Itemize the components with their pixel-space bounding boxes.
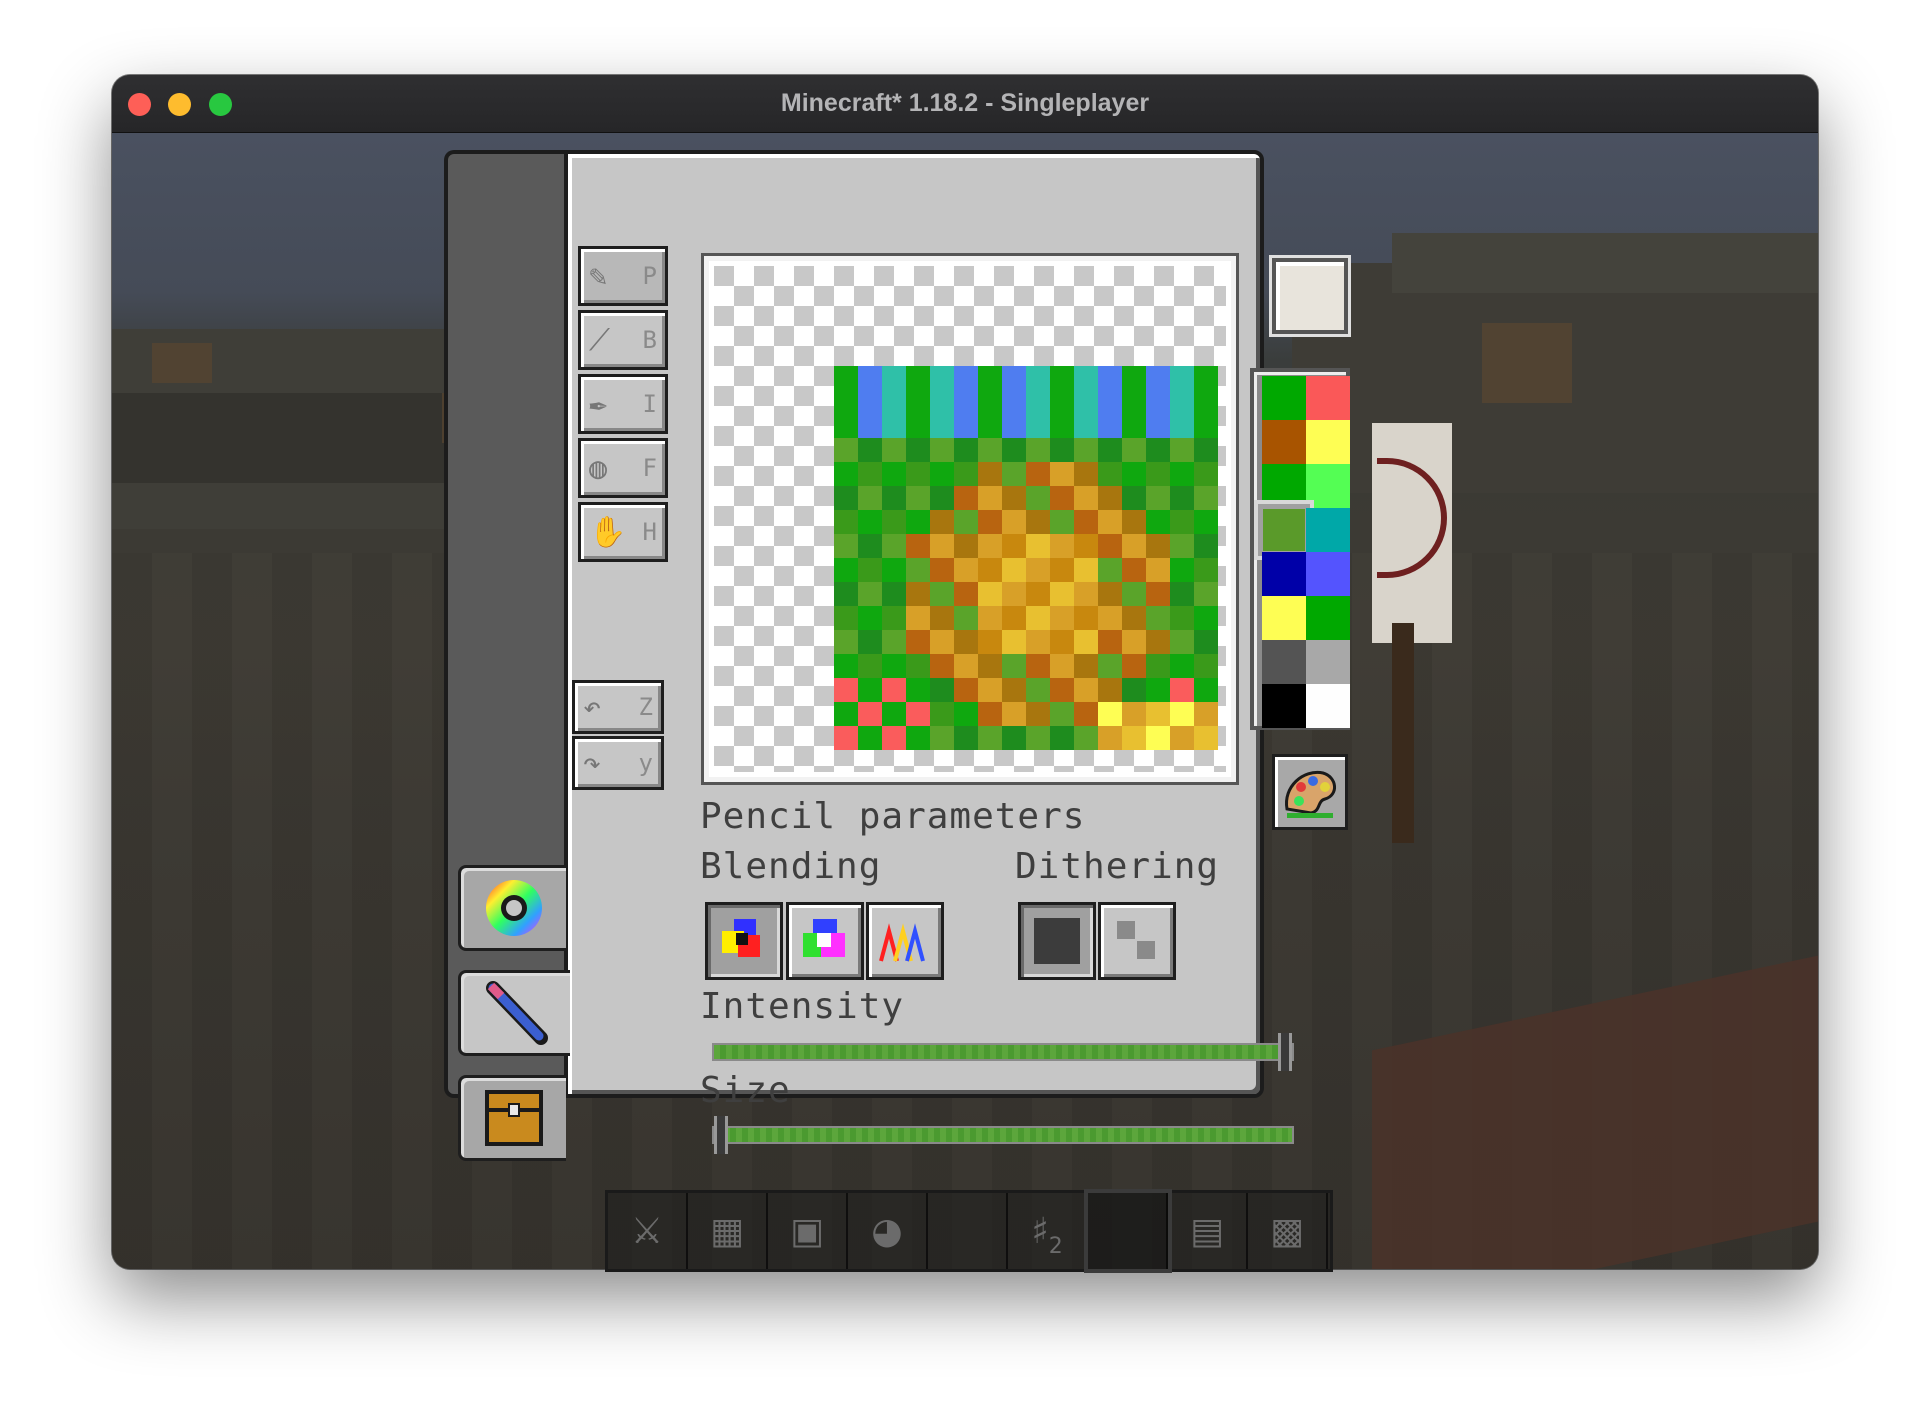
tab-color-wheel[interactable] — [458, 865, 566, 951]
hotbar-slot-palette[interactable]: ◕ — [848, 1193, 928, 1269]
brush-icon: ⟋ — [589, 322, 610, 358]
blending-label: Blending — [700, 846, 882, 887]
easel-item-icon: ♯ — [1031, 1210, 1049, 1252]
intensity-label: Intensity — [700, 986, 905, 1027]
chest-icon — [484, 1090, 543, 1146]
palette-swatch[interactable] — [1306, 596, 1350, 640]
checker-dither-icon — [1117, 921, 1155, 959]
palette-swatch[interactable] — [1262, 684, 1306, 728]
tool-button-hand[interactable]: ✋ H — [578, 502, 668, 562]
hotbar-slot-sword[interactable]: ⚔ — [608, 1193, 688, 1269]
redo-key: y — [638, 749, 653, 777]
blend-mode-normal-button[interactable] — [705, 902, 783, 980]
palette-swatch[interactable] — [1306, 640, 1350, 684]
palette-swatch[interactable] — [1306, 420, 1350, 464]
hand-icon: ✋ — [589, 514, 627, 550]
redo-button[interactable]: ↷ y — [572, 736, 664, 790]
palette-swatch[interactable] — [1258, 504, 1310, 556]
intensity-slider[interactable] — [712, 1033, 1294, 1071]
tool-shortcut-key: H — [642, 518, 657, 546]
dithering-label: Dithering — [1015, 846, 1220, 887]
undo-button[interactable]: ↶ Z — [572, 680, 664, 734]
tab-pencil[interactable] — [458, 970, 570, 1056]
palette-swatch[interactable] — [1262, 596, 1306, 640]
sword-icon: ⚔ — [630, 1210, 664, 1252]
size-slider-handle[interactable] — [714, 1116, 728, 1154]
palette-swatch[interactable] — [1306, 684, 1350, 728]
tool-shortcut-key: B — [642, 326, 657, 354]
tool-button-brush[interactable]: ⟋ B — [578, 310, 668, 370]
chest-item-icon: ▤ — [1189, 1210, 1224, 1252]
dead-bush — [1482, 323, 1572, 403]
color-picker-icon: ✒ — [589, 386, 608, 422]
hotbar-slot-planks[interactable]: ▦ — [688, 1193, 768, 1269]
palette-swatch[interactable] — [1306, 552, 1350, 596]
tool-sidebar — [444, 150, 564, 1098]
color-palette — [1250, 368, 1350, 730]
canvas-pixels[interactable] — [834, 366, 1218, 750]
blend-additive-icon — [803, 919, 845, 957]
item-count: 2 — [1048, 1233, 1063, 1259]
palette-editor-button[interactable] — [1272, 754, 1348, 830]
blend-normal-icon — [722, 919, 760, 957]
tool-parameters-heading: Pencil parameters — [700, 796, 1086, 837]
paint-palette-icon — [1285, 770, 1336, 818]
tool-button-pencil[interactable]: ✎ P — [578, 246, 668, 306]
tool-shortcut-key: I — [642, 390, 657, 418]
painting-icon: ▣ — [789, 1210, 824, 1252]
hotbar-slot-chest[interactable]: ▤ — [1168, 1193, 1248, 1269]
planks-icon: ▦ — [709, 1210, 744, 1252]
tool-button-color-picker[interactable]: ✒ I — [578, 374, 668, 434]
undo-key: Z — [638, 693, 653, 721]
dithering-on-button[interactable] — [1098, 902, 1176, 980]
tool-shortcut-key: P — [642, 262, 657, 290]
hotbar-slot-selected[interactable] — [1084, 1189, 1172, 1273]
size-slider-fill — [724, 1128, 1292, 1142]
dead-bush — [152, 343, 212, 383]
title-bar: Minecraft* 1.18.2 - Singleplayer — [112, 75, 1818, 133]
hotbar-slot-empty[interactable] — [928, 1193, 1008, 1269]
dithering-off-button[interactable] — [1018, 902, 1096, 980]
undo-icon: ↶ — [583, 689, 602, 725]
tool-button-fill-bucket[interactable]: ◍ F — [578, 438, 668, 498]
hotbar-slot-painting[interactable]: ▣ — [768, 1193, 848, 1269]
terrain-hill — [1392, 233, 1818, 293]
palette-swatch[interactable] — [1306, 464, 1350, 508]
fill-bucket-icon: ◍ — [589, 450, 608, 486]
intensity-slider-fill — [714, 1045, 1282, 1059]
size-slider[interactable] — [712, 1116, 1294, 1154]
palette-swatch[interactable] — [1262, 420, 1306, 464]
palette-swatch[interactable] — [1306, 376, 1350, 420]
tab-storage[interactable] — [458, 1075, 566, 1161]
intensity-slider-handle[interactable] — [1278, 1033, 1292, 1071]
hotbar: ⚔ ▦ ▣ ◕ ♯ 2 ▤ ▩ — [605, 1189, 1333, 1273]
palette-swatch[interactable] — [1262, 640, 1306, 684]
crafting-table-icon: ▩ — [1269, 1210, 1304, 1252]
color-wheel-icon — [485, 880, 542, 936]
tool-shortcut-key: F — [642, 454, 657, 482]
blend-hue-icon — [879, 923, 925, 962]
palette-swatch[interactable] — [1262, 552, 1306, 596]
window-title: Minecraft* 1.18.2 - Singleplayer — [780, 89, 1150, 117]
hotbar-slot-crafting[interactable]: ▩ — [1248, 1193, 1328, 1269]
palette-item-icon: ◕ — [871, 1210, 903, 1252]
blend-mode-hue-button[interactable] — [866, 902, 944, 980]
palette-swatch[interactable] — [1262, 376, 1306, 420]
palette-swatch[interactable] — [1262, 464, 1306, 508]
pencil-tab-icon — [485, 981, 548, 1045]
current-color-swatch[interactable] — [1272, 258, 1348, 334]
drawing-canvas[interactable] — [714, 266, 1226, 772]
hotbar-slot-easel[interactable]: ♯ 2 — [1008, 1193, 1088, 1269]
drawing-canvas-frame — [701, 253, 1239, 785]
redo-icon: ↷ — [583, 745, 602, 781]
blend-mode-additive-button[interactable] — [786, 902, 864, 980]
palette-swatch[interactable] — [1306, 508, 1350, 552]
size-label: Size — [700, 1070, 791, 1111]
solid-square-icon — [1034, 918, 1080, 964]
easel-leg — [1392, 623, 1414, 843]
pencil-icon: ✎ — [589, 258, 608, 294]
